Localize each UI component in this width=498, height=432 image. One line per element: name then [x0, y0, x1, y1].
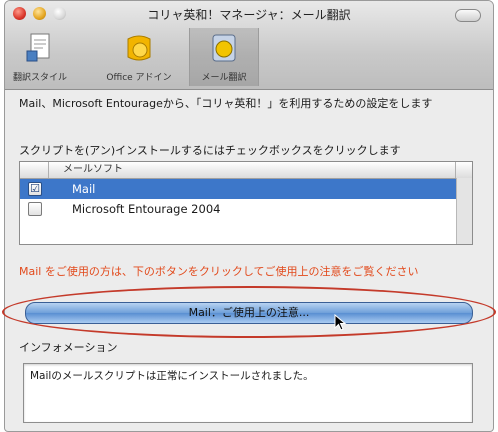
toolbar-item-label: 翻訳スタイル: [12, 73, 67, 83]
description-text: Mail、Microsoft Entourageから、「コリャ英和！」を利用する…: [19, 97, 433, 110]
toolbar-item-mail-translation[interactable]: メール翻訳: [189, 28, 259, 86]
mail-translation-icon: [212, 34, 236, 62]
row-name: Mail: [72, 182, 96, 196]
warning-text: Mail をご使用の方は、下のボタンをクリックしてご使用上の注意をご覧ください: [19, 265, 419, 278]
translation-style-icon: [26, 33, 50, 62]
info-label: インフォメーション: [19, 341, 118, 354]
mail-software-table: メールソフト ☑ Mail Microsoft Entourage 2004: [19, 161, 473, 245]
table-row[interactable]: Microsoft Entourage 2004: [20, 199, 456, 219]
table-row[interactable]: ☑ Mail: [20, 179, 456, 199]
table-header: メールソフト: [20, 162, 472, 179]
column-header-mail-software[interactable]: メールソフト: [48, 162, 123, 178]
info-text: Mailのメールスクリプトは正常にインストールされました。: [30, 370, 314, 382]
info-textbox[interactable]: Mailのメールスクリプトは正常にインストールされました。: [23, 363, 473, 423]
toolbar-item-label: Office アドイン: [106, 73, 172, 83]
toolbar-item-label: メール翻訳: [201, 73, 247, 83]
instruction-text: スクリプトを(アン)インストールするにはチェックボックスをクリックします: [19, 144, 401, 157]
entourage-checkbox[interactable]: [28, 202, 42, 216]
mail-usage-notes-button[interactable]: Mail：ご使用上の注意...: [25, 302, 473, 324]
office-addin-icon: [127, 35, 151, 61]
vertical-scrollbar[interactable]: [456, 178, 472, 244]
toolbar-toggle-button[interactable]: [455, 9, 481, 22]
toolbar-item-office-addin[interactable]: Office アドイン: [95, 28, 183, 86]
toolbar-item-translation-style[interactable]: 翻訳スタイル: [9, 28, 71, 86]
header-separator: [455, 162, 456, 178]
mail-checkbox[interactable]: ☑: [28, 182, 42, 196]
title-bar: コリャ英和！マネージャ：メール翻訳 翻訳スタイル Office アドイン メール…: [5, 1, 493, 90]
window-title: コリャ英和！マネージャ：メール翻訳: [147, 8, 351, 22]
mouse-cursor-icon: [334, 314, 347, 331]
app-window: コリャ英和！マネージャ：メール翻訳 翻訳スタイル Office アドイン メール…: [4, 0, 494, 432]
row-name: Microsoft Entourage 2004: [72, 202, 221, 216]
